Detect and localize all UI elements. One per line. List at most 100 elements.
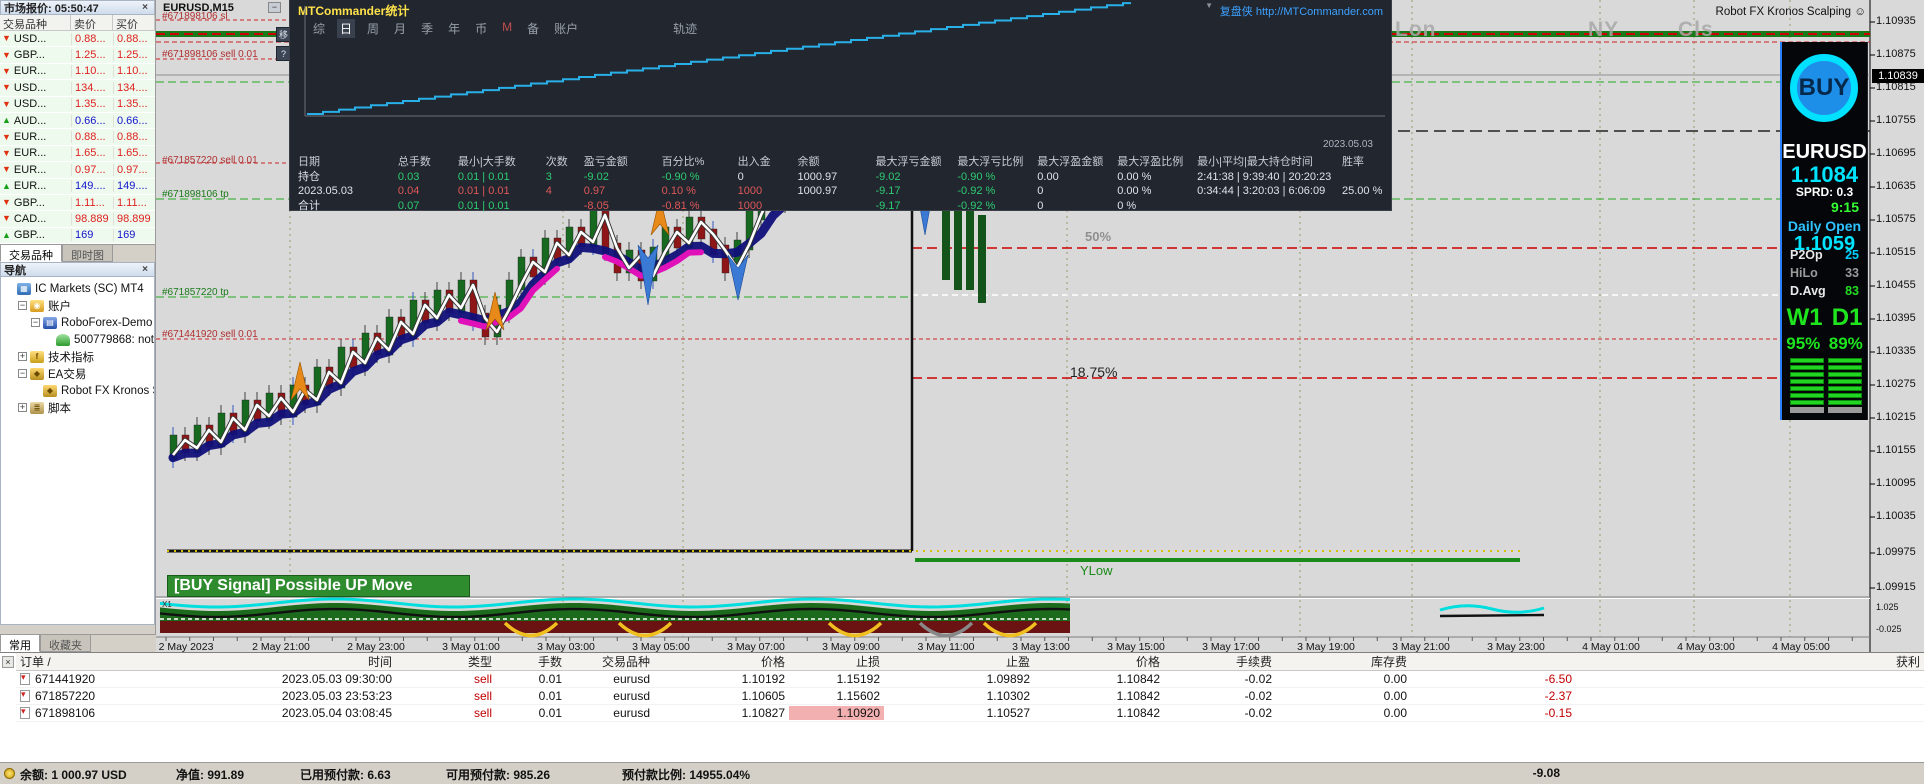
column-symbol[interactable]: 交易品种 <box>0 15 71 31</box>
stats-cell: -9.17 <box>875 199 901 212</box>
stats-header-cell: 余额 <box>797 156 820 168</box>
ea-timeframes: W1 D1 <box>1782 304 1867 332</box>
symbol-label: EUR... <box>13 131 47 144</box>
close-icon[interactable]: × <box>139 2 151 13</box>
trend-bar <box>1790 400 1824 405</box>
symbol-cell: ▼ USD... <box>0 82 71 94</box>
arrow-down-icon: ▼ <box>2 131 11 142</box>
stats-cell: 0.03 <box>397 170 420 183</box>
symbol-label: USD... <box>13 32 47 45</box>
navigator-titlebar: 导航 × <box>0 262 155 278</box>
tab-即时图[interactable]: 即时图 <box>62 245 113 263</box>
stats-cell: 0 <box>737 170 744 183</box>
order-tp: 1.10302 <box>986 689 1030 703</box>
collapse-icon[interactable]: − <box>31 318 40 328</box>
order-type: sell <box>473 706 492 720</box>
chart-window[interactable]: EURUSD,M15 − 移 ? 50% 18.75% YLow Robot F… <box>156 0 1924 656</box>
trend-bar <box>1828 400 1862 405</box>
terminal-column-profit[interactable]: 获利 <box>1576 653 1924 670</box>
stats-header-cell: 百分比% <box>661 156 705 168</box>
tree-item-IC Markets (SC) MT4[interactable]: ▦ IC Markets (SC) MT4 <box>3 280 154 297</box>
market-watch-row[interactable]: ▼ USD... 134.... 134.... <box>0 80 155 97</box>
column-bid[interactable]: 卖价 <box>71 15 113 31</box>
stats-header-cell: 总手数 <box>397 156 431 168</box>
stats-cell: 0.07 <box>397 199 420 212</box>
tree-item-RoboForex-Demo[interactable]: − ▤ RoboForex-Demo <box>3 314 154 331</box>
ea-stat-value: 33 <box>1845 266 1859 280</box>
stats-cell: 0.00 % <box>1117 170 1152 183</box>
terminal-column-1[interactable]: 时间 <box>231 653 396 670</box>
close-icon[interactable]: × <box>2 656 14 668</box>
terminal-column-7[interactable]: 止盈 <box>884 653 1034 670</box>
order-id: 671898106 <box>16 706 231 720</box>
ea-daily-open-label: Daily Open <box>1787 218 1862 234</box>
collapse-icon[interactable]: − <box>18 369 27 379</box>
tree-item-label: 500779868: not <box>74 333 154 346</box>
collapse-icon[interactable]: − <box>18 301 27 311</box>
market-watch-row[interactable]: ▼ USD... 0.88... 0.88... <box>0 31 155 48</box>
kronos-ea-panel: BUY EURUSD 1.1084 SPRD: 0.3 9:15 Daily O… <box>1780 42 1868 420</box>
terminal-column-0[interactable]: 订单 / <box>16 653 231 670</box>
order-current-price: 1.10842 <box>1116 706 1160 720</box>
order-type: sell <box>473 689 492 703</box>
mtcommander-panel: MTCommander统计 ▼ 复盘侠 http://MTCommander.c… <box>289 0 1392 214</box>
market-watch-row[interactable]: ▼ EUR... 1.65... 1.65... <box>0 145 155 163</box>
market-watch-row[interactable]: ▲ EUR... 149.... 149.... <box>0 178 155 195</box>
order-row[interactable]: 671441920 2023.05.03 09:30:00 sell 0.01 euru… <box>16 671 1924 688</box>
column-ask[interactable]: 买价 <box>113 15 155 31</box>
order-row[interactable]: 671898106 2023.05.04 03:08:45 sell 0.01 euru… <box>16 705 1924 722</box>
tab-收藏夹[interactable]: 收藏夹 <box>40 635 91 652</box>
market-watch-row[interactable]: ▼ CAD... 98.889 98.899 <box>0 211 155 228</box>
stats-cell: 合计 <box>298 199 320 212</box>
ask-cell: 0.97... <box>113 163 155 176</box>
price-axis-label: 1.09915 <box>1876 581 1916 593</box>
close-icon[interactable]: × <box>139 264 151 275</box>
stats-cell <box>546 199 584 214</box>
bid-cell: 0.97... <box>71 163 113 176</box>
bid-cell: 1.11... <box>71 196 113 209</box>
expand-icon[interactable]: + <box>18 352 27 362</box>
price-axis-label: 1.10755 <box>1876 114 1916 126</box>
order-current-price: 1.10842 <box>1116 672 1160 686</box>
terminal-column-6[interactable]: 止损 <box>789 653 884 670</box>
stats-cell: 4 <box>545 185 552 197</box>
stats-cell: 1000.97 <box>797 185 838 197</box>
order-symbol: eurusd <box>613 689 650 703</box>
stats-cell <box>1342 170 1390 185</box>
tab-交易品种[interactable]: 交易品种 <box>0 245 62 263</box>
terminal-column-4[interactable]: 交易品种 <box>566 653 654 670</box>
ask-cell: 0.88... <box>113 32 155 45</box>
terminal-panel: × 订单 /时间类型手数交易品种价格止损止盈价格手续费库存费获利 6714419… <box>0 652 1924 784</box>
order-row[interactable]: 671857220 2023.05.03 23:53:23 sell 0.01 euru… <box>16 688 1924 705</box>
market-watch-row[interactable]: ▼ GBP... 1.11... 1.11... <box>0 194 155 212</box>
tree-item-账户[interactable]: − ◉ 账户 <box>3 297 154 314</box>
tree-item-技术指标[interactable]: + f 技术指标 <box>3 348 154 365</box>
tree-item-500779868: not[interactable]: 500779868: not <box>3 331 154 348</box>
order-price: 1.10827 <box>741 706 785 720</box>
market-watch-row[interactable]: ▼ GBP... 1.25... 1.25... <box>0 47 155 64</box>
stats-header-cell: 最小|大手数 <box>457 156 516 168</box>
market-watch-row[interactable]: ▼ EUR... 0.97... 0.97... <box>0 162 155 179</box>
minimize-icon[interactable]: − <box>268 2 281 13</box>
market-watch-row[interactable]: ▼ EUR... 0.88... 0.88... <box>0 129 155 146</box>
market-watch-row[interactable]: ▲ AUD... 0.66... 0.66... <box>0 112 155 130</box>
market-watch-row[interactable]: ▼ EUR... 1.10... 1.10... <box>0 63 155 81</box>
buy-button[interactable]: BUY <box>1790 54 1858 122</box>
tree-item-EA交易[interactable]: − ◆ EA交易 <box>3 365 154 382</box>
terminal-column-5[interactable]: 价格 <box>654 653 789 670</box>
tree-item-label: RoboForex-Demo <box>61 316 153 329</box>
terminal-column-10[interactable]: 库存费 <box>1276 653 1411 670</box>
market-watch-row[interactable]: ▼ USD... 1.35... 1.35... <box>0 96 155 113</box>
order-symbol: eurusd <box>613 706 650 720</box>
trend-bar <box>1828 393 1862 398</box>
expand-icon[interactable]: + <box>18 403 27 413</box>
demo-server-icon: ▤ <box>43 316 57 329</box>
tree-item-脚本[interactable]: + ≣ 脚本 <box>3 399 154 416</box>
terminal-column-3[interactable]: 手数 <box>496 653 566 670</box>
tab-常用[interactable]: 常用 <box>0 635 40 652</box>
terminal-column-2[interactable]: 类型 <box>396 653 496 670</box>
tree-item-Robot FX Kronos S[interactable]: ◆ Robot FX Kronos S <box>3 382 154 399</box>
terminal-column-8[interactable]: 价格 <box>1034 653 1164 670</box>
market-watch-row[interactable]: ▲ GBP... 169 169 <box>0 227 155 245</box>
terminal-column-9[interactable]: 手续费 <box>1164 653 1276 670</box>
